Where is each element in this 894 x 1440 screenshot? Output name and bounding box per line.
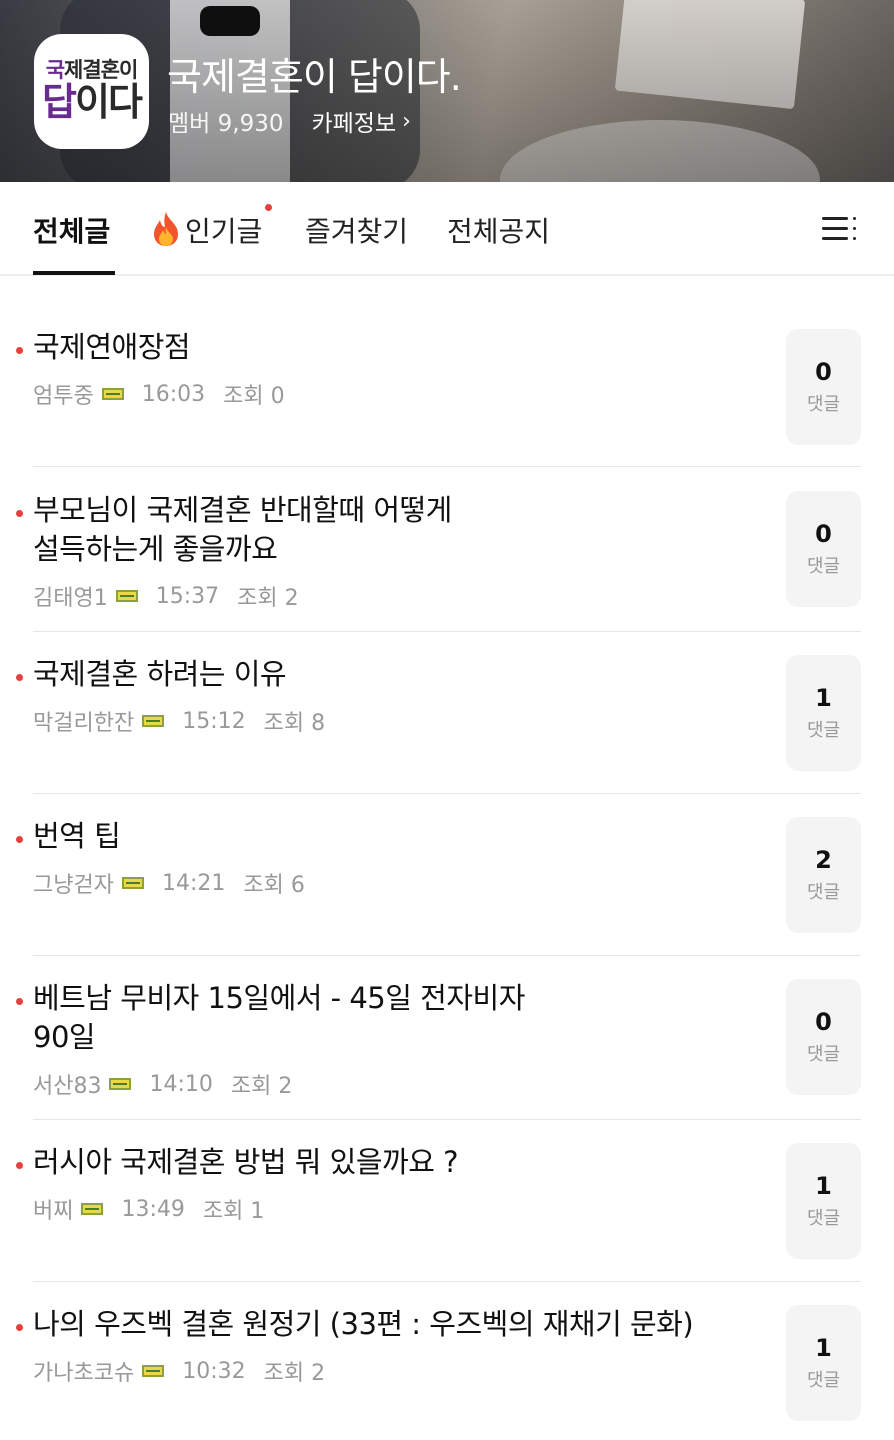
tab-popular[interactable]: 인기글 bbox=[151, 204, 273, 250]
cafe-info-link[interactable]: 카페정보 › bbox=[311, 104, 410, 138]
member-level-badge-icon bbox=[115, 590, 138, 602]
post-views: 조회 6 bbox=[243, 873, 305, 898]
post-author: 엄투중 bbox=[33, 384, 94, 409]
divider bbox=[33, 955, 861, 956]
comment-label: 댓글 bbox=[806, 720, 841, 742]
post-meta: 그냥걷자 14:21 조회 6 bbox=[33, 867, 305, 899]
post-meta: 엄투중 16:03 조회 0 bbox=[33, 378, 285, 410]
post-title: 부모님이 국제결혼 반대할때 어떻게 bbox=[33, 493, 452, 527]
post-title: 나의 우즈벡 결혼 원정기 (33편 : 우즈벡의 재채기 문화) bbox=[33, 1307, 694, 1341]
post-meta: 막걸리한잔 15:12 조회 8 bbox=[33, 705, 325, 737]
comment-count-box[interactable]: 2 댓글 bbox=[786, 817, 861, 933]
unread-dot bbox=[16, 674, 23, 681]
post-views: 조회 2 bbox=[263, 1361, 326, 1386]
unread-dot bbox=[16, 1324, 23, 1331]
active-tab-indicator bbox=[33, 271, 115, 275]
comment-count: 1 bbox=[815, 683, 832, 712]
member-level-badge-icon bbox=[81, 1203, 104, 1215]
post-title: 번역 팁 bbox=[33, 819, 121, 853]
comment-count: 1 bbox=[815, 1333, 832, 1362]
cafe-title: 국제결혼이 답이다. bbox=[167, 55, 462, 99]
comment-label: 댓글 bbox=[806, 1044, 841, 1066]
unread-dot bbox=[16, 836, 23, 843]
comment-label: 댓글 bbox=[806, 1370, 841, 1392]
post-title-line2: 설득하는게 좋을까요 bbox=[33, 532, 278, 566]
divider bbox=[33, 1281, 861, 1282]
post-meta: 버찌 13:49 조회 1 bbox=[33, 1193, 264, 1225]
post-meta: 김태영1 15:37 조회 2 bbox=[33, 580, 299, 612]
chevron-right-icon: › bbox=[402, 108, 411, 134]
comment-count: 1 bbox=[815, 1171, 832, 1200]
post-author: 그냥걷자 bbox=[33, 873, 114, 898]
post-meta: 서산83 14:10 조회 2 bbox=[33, 1068, 292, 1100]
unread-dot bbox=[16, 998, 23, 1005]
comment-count: 0 bbox=[815, 357, 832, 386]
post-author: 서산83 bbox=[33, 1074, 102, 1099]
divider bbox=[33, 793, 861, 794]
tab-all[interactable]: 전체글 bbox=[33, 210, 110, 250]
post-time: 14:10 bbox=[149, 1071, 213, 1097]
member-level-badge-icon bbox=[142, 715, 165, 727]
member-level-badge-icon bbox=[121, 877, 144, 889]
comment-count-box[interactable]: 0 댓글 bbox=[786, 979, 861, 1095]
post-title: 베트남 무비자 15일에서 - 45일 전자비자 bbox=[33, 981, 525, 1015]
comment-label: 댓글 bbox=[806, 1208, 841, 1230]
unread-dot bbox=[16, 510, 23, 517]
cafe-meta: 멤버 9,930 카페정보 › bbox=[168, 104, 411, 138]
post-title: 러시아 국제결혼 방법 뭐 있을까요 ? bbox=[33, 1145, 459, 1179]
divider bbox=[33, 466, 861, 467]
post-time: 15:12 bbox=[182, 708, 246, 734]
board-tabs: 전체글 인기글 즐겨찾기 전체공지 bbox=[0, 182, 894, 276]
post-title: 국제결혼 하려는 이유 bbox=[33, 657, 287, 691]
member-level-badge-icon bbox=[109, 1078, 132, 1090]
tab-favorites[interactable]: 즐겨찾기 bbox=[305, 210, 408, 250]
cafe-logo[interactable]: 국제결혼이 답이다 bbox=[34, 34, 149, 149]
post-views: 조회 8 bbox=[263, 711, 326, 736]
post-author: 가나초코슈 bbox=[33, 1361, 135, 1386]
post-time: 16:03 bbox=[141, 381, 206, 407]
divider bbox=[33, 631, 861, 632]
comment-count: 2 bbox=[815, 845, 832, 874]
comment-count-box[interactable]: 1 댓글 bbox=[786, 1143, 861, 1259]
post-author: 막걸리한잔 bbox=[33, 711, 135, 736]
post-author: 버찌 bbox=[33, 1199, 74, 1224]
post-title: 국제연애장점 bbox=[33, 330, 191, 364]
post-views: 조회 1 bbox=[202, 1199, 265, 1224]
post-views: 조회 2 bbox=[230, 1074, 293, 1099]
comment-label: 댓글 bbox=[806, 556, 841, 578]
unread-dot bbox=[16, 1162, 23, 1169]
member-count: 멤버 9,930 bbox=[168, 111, 284, 137]
new-indicator-dot bbox=[265, 204, 273, 211]
comment-label: 댓글 bbox=[806, 882, 841, 904]
comment-count-box[interactable]: 0 댓글 bbox=[786, 491, 861, 607]
member-level-badge-icon bbox=[142, 1365, 165, 1377]
post-author: 김태영1 bbox=[33, 586, 108, 611]
divider bbox=[33, 1119, 861, 1120]
menu-icon[interactable] bbox=[822, 214, 858, 244]
post-time: 14:21 bbox=[161, 870, 226, 896]
fire-icon bbox=[154, 212, 178, 246]
comment-label: 댓글 bbox=[806, 394, 841, 416]
comment-count-box[interactable]: 1 댓글 bbox=[786, 1305, 861, 1421]
comment-count-box[interactable]: 0 댓글 bbox=[786, 329, 861, 445]
post-views: 조회 2 bbox=[237, 586, 299, 611]
comment-count: 0 bbox=[815, 519, 832, 548]
comment-count: 0 bbox=[815, 1007, 832, 1036]
post-title-line2: 90일 bbox=[33, 1020, 96, 1054]
member-level-badge-icon bbox=[101, 388, 124, 400]
post-meta: 가나초코슈 10:32 조회 2 bbox=[33, 1355, 325, 1387]
post-views: 조회 0 bbox=[223, 384, 285, 409]
comment-count-box[interactable]: 1 댓글 bbox=[786, 655, 861, 771]
post-time: 15:37 bbox=[155, 583, 220, 609]
cafe-header: 국제결혼이 답이다 국제결혼이 답이다. 멤버 9,930 카페정보 › bbox=[0, 0, 894, 182]
unread-dot bbox=[16, 347, 23, 354]
post-time: 10:32 bbox=[182, 1358, 246, 1384]
post-time: 13:49 bbox=[121, 1196, 185, 1222]
tab-notices[interactable]: 전체공지 bbox=[447, 210, 550, 250]
